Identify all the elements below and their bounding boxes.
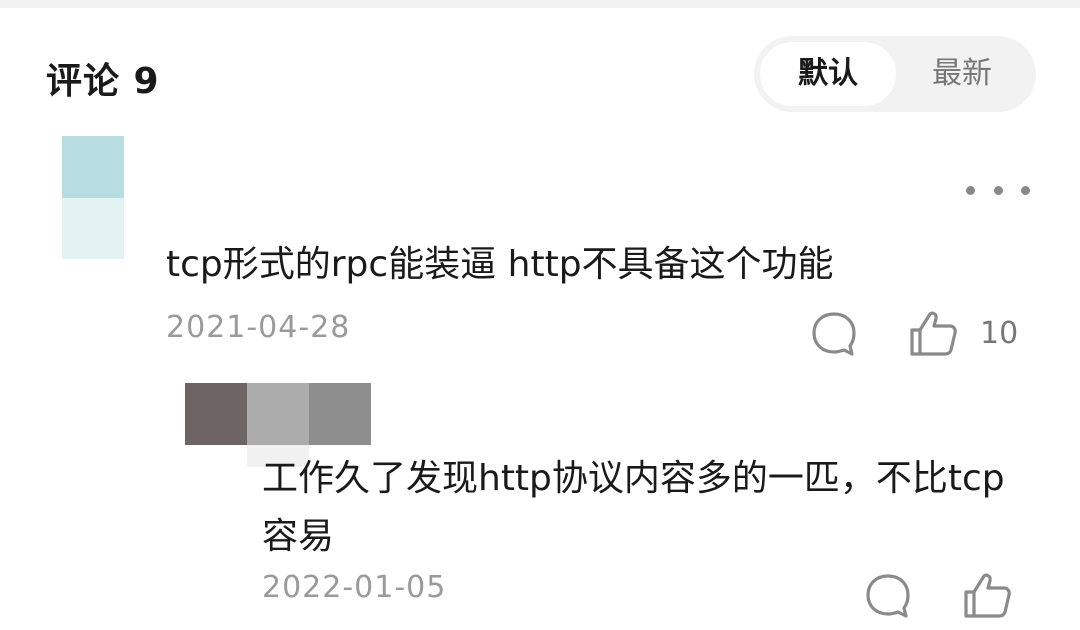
avatar-pixel	[62, 136, 124, 198]
reply-date: 2022-01-05	[262, 570, 447, 605]
comment-text: tcp形式的rpc能装逼 http不具备这个功能	[166, 244, 834, 285]
reply-text: 工作久了发现http协议内容多的一匹，不比tcp容易	[262, 458, 1005, 557]
avatar-pixel	[309, 383, 371, 445]
sort-latest-button[interactable]: 最新	[894, 42, 1030, 106]
reply-avatar[interactable]	[185, 383, 371, 467]
avatar-pixel	[247, 383, 309, 445]
sort-default-button[interactable]: 默认	[760, 42, 896, 106]
top-divider	[0, 0, 1080, 8]
comment-date: 2021-04-28	[166, 310, 351, 345]
reply-like-icon[interactable]	[960, 568, 1014, 622]
reply-comment-icon[interactable]	[862, 570, 914, 622]
comments-title: 评论 9	[46, 61, 160, 102]
more-icon[interactable]	[966, 180, 1030, 200]
like-icon[interactable]	[906, 306, 960, 360]
avatar-pixel	[185, 383, 247, 445]
like-count: 10	[980, 316, 1019, 351]
comment-icon[interactable]	[808, 308, 860, 360]
sort-toggle: 默认 最新	[754, 36, 1036, 112]
avatar-pixel	[62, 198, 124, 259]
avatar[interactable]	[62, 136, 124, 259]
